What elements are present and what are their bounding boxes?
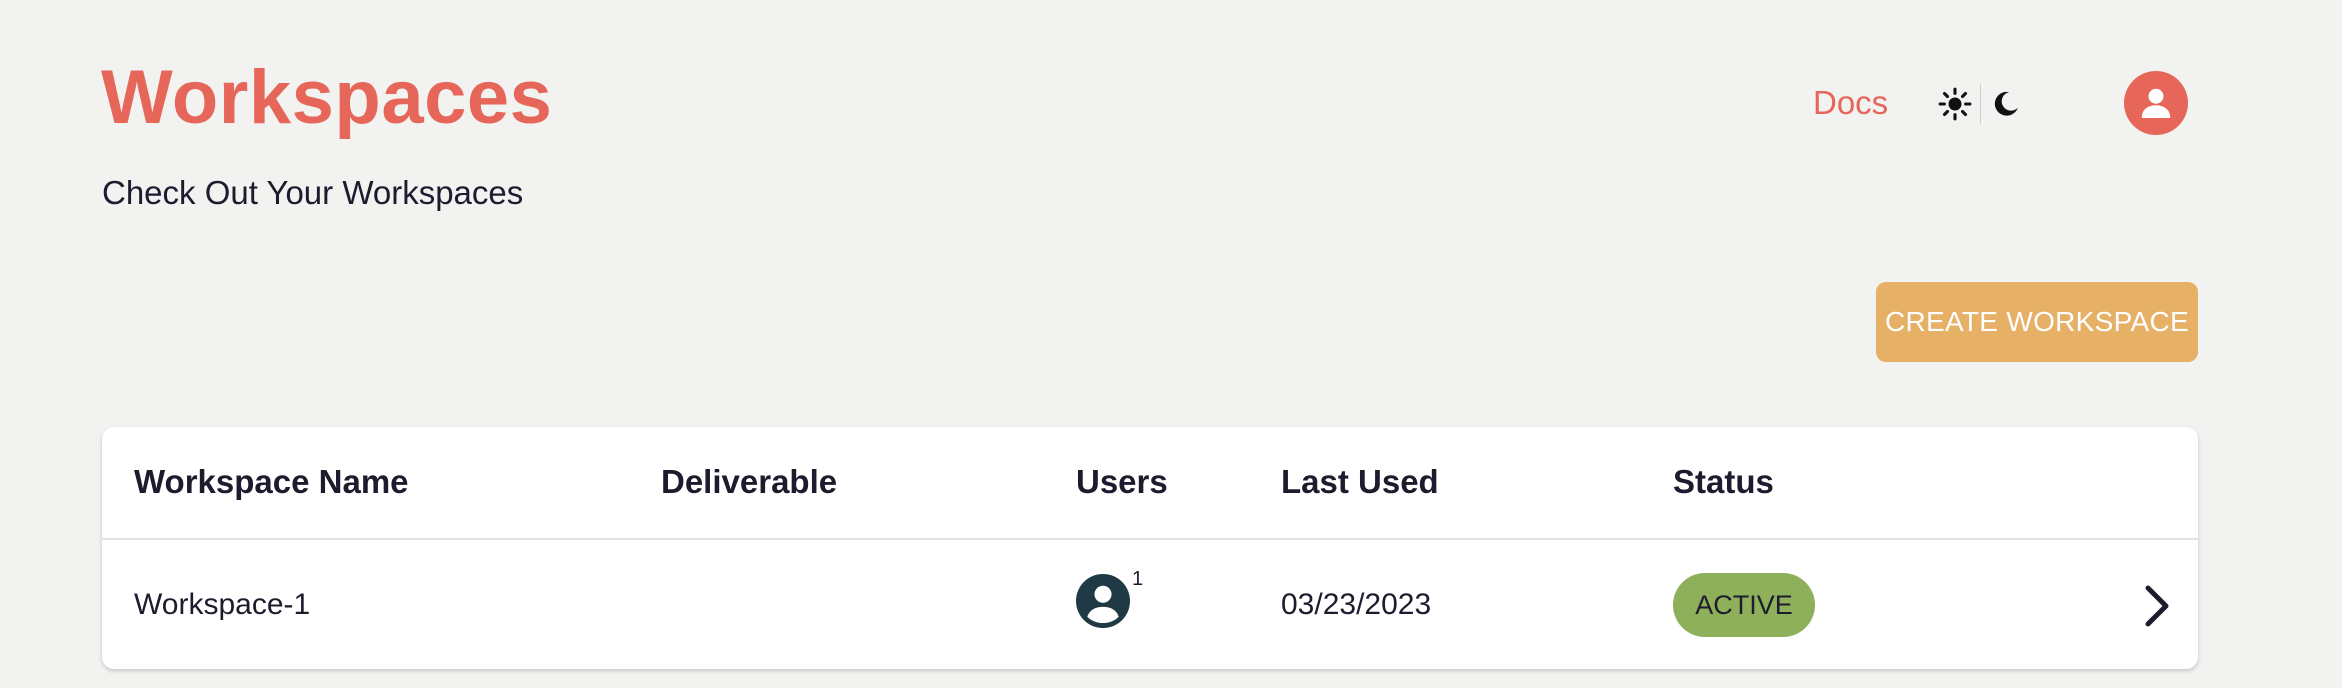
theme-toggle: [1930, 82, 2040, 126]
user-circle-icon: [1076, 574, 1130, 628]
page-subtitle: Check Out Your Workspaces: [102, 174, 524, 211]
workspace-name-cell: Workspace-1: [134, 588, 311, 621]
profile-avatar-button[interactable]: [2124, 71, 2188, 135]
status-badge: ACTIVE: [1673, 573, 1815, 637]
page-title: Workspaces: [101, 55, 553, 140]
chevron-right-icon: [2145, 585, 2169, 627]
column-header-status[interactable]: Status: [1673, 463, 1774, 501]
create-workspace-button[interactable]: CREATE WORKSPACE: [1876, 282, 2198, 362]
sun-icon: [1938, 87, 1972, 121]
user-icon: [2141, 88, 2171, 118]
column-header-users[interactable]: Users: [1076, 463, 1168, 501]
table-header: Workspace Name Deliverable Users Last Us…: [102, 427, 2198, 540]
users-cell: 1: [1076, 568, 1156, 634]
column-header-workspace-name[interactable]: Workspace Name: [134, 463, 409, 501]
user-count-badge: 1: [1132, 568, 1144, 590]
last-used-cell: 03/23/2023: [1281, 588, 1432, 621]
moon-icon: [1994, 91, 2018, 116]
column-header-last-used[interactable]: Last Used: [1281, 463, 1439, 501]
open-workspace-button[interactable]: [2138, 584, 2178, 628]
workspaces-table: Workspace Name Deliverable Users Last Us…: [102, 427, 2198, 669]
light-theme-button[interactable]: [1930, 82, 1980, 126]
column-header-deliverable[interactable]: Deliverable: [661, 463, 837, 501]
docs-link[interactable]: Docs: [1813, 84, 1888, 122]
dark-theme-button[interactable]: [1981, 82, 2031, 126]
table-row[interactable]: Workspace-1 1 03/23/2023 ACTIVE: [102, 540, 2198, 669]
